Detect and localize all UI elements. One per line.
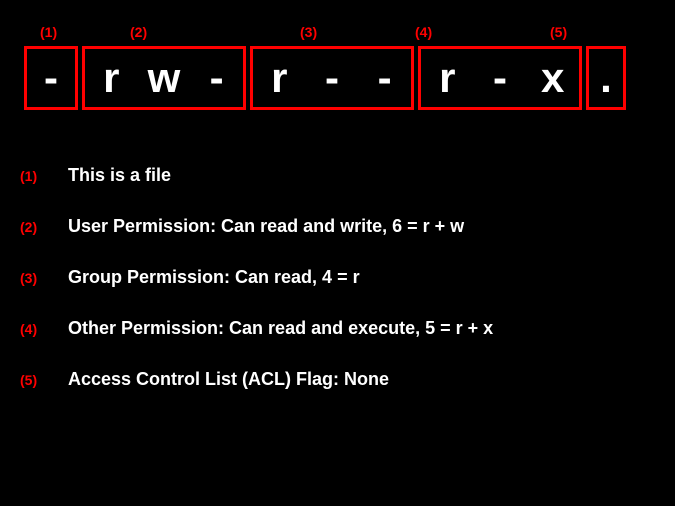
explanation-text: Other Permission: Can read and execute, … bbox=[68, 318, 493, 339]
explanation-text: User Permission: Can read and write, 6 =… bbox=[68, 216, 464, 237]
char-user-r: r bbox=[85, 54, 138, 102]
char-other-w: - bbox=[474, 54, 527, 102]
permission-boxes: - r w - r - - r - x . bbox=[24, 46, 626, 110]
label-3: (3) bbox=[300, 24, 317, 40]
explanation-num: (2) bbox=[20, 219, 68, 235]
char-user-w: w bbox=[138, 54, 191, 102]
explanation-num: (5) bbox=[20, 372, 68, 388]
explanation-row: (2) User Permission: Can read and write,… bbox=[20, 216, 655, 237]
explanation-row: (5) Access Control List (ACL) Flag: None bbox=[20, 369, 655, 390]
explanation-num: (4) bbox=[20, 321, 68, 337]
explanation-row: (4) Other Permission: Can read and execu… bbox=[20, 318, 655, 339]
char-other-x: x bbox=[526, 54, 579, 102]
explanation-text: Access Control List (ACL) Flag: None bbox=[68, 369, 389, 390]
label-5: (5) bbox=[550, 24, 567, 40]
char-group-r: r bbox=[253, 54, 306, 102]
label-4: (4) bbox=[415, 24, 432, 40]
explanation-num: (1) bbox=[20, 168, 68, 184]
box-user-perm: r w - bbox=[82, 46, 246, 110]
explanation-text: Group Permission: Can read, 4 = r bbox=[68, 267, 360, 288]
label-1: (1) bbox=[40, 24, 57, 40]
explanations-list: (1) This is a file (2) User Permission: … bbox=[20, 165, 655, 420]
char-acl: . bbox=[589, 54, 623, 102]
explanation-num: (3) bbox=[20, 270, 68, 286]
box-other-perm: r - x bbox=[418, 46, 582, 110]
explanation-row: (3) Group Permission: Can read, 4 = r bbox=[20, 267, 655, 288]
label-2: (2) bbox=[130, 24, 147, 40]
explanation-text: This is a file bbox=[68, 165, 171, 186]
char-group-x: - bbox=[358, 54, 411, 102]
char-other-r: r bbox=[421, 54, 474, 102]
box-filetype: - bbox=[24, 46, 78, 110]
box-acl: . bbox=[586, 46, 626, 110]
char-user-x: - bbox=[190, 54, 243, 102]
box-group-perm: r - - bbox=[250, 46, 414, 110]
char-filetype: - bbox=[27, 54, 75, 102]
explanation-row: (1) This is a file bbox=[20, 165, 655, 186]
char-group-w: - bbox=[306, 54, 359, 102]
